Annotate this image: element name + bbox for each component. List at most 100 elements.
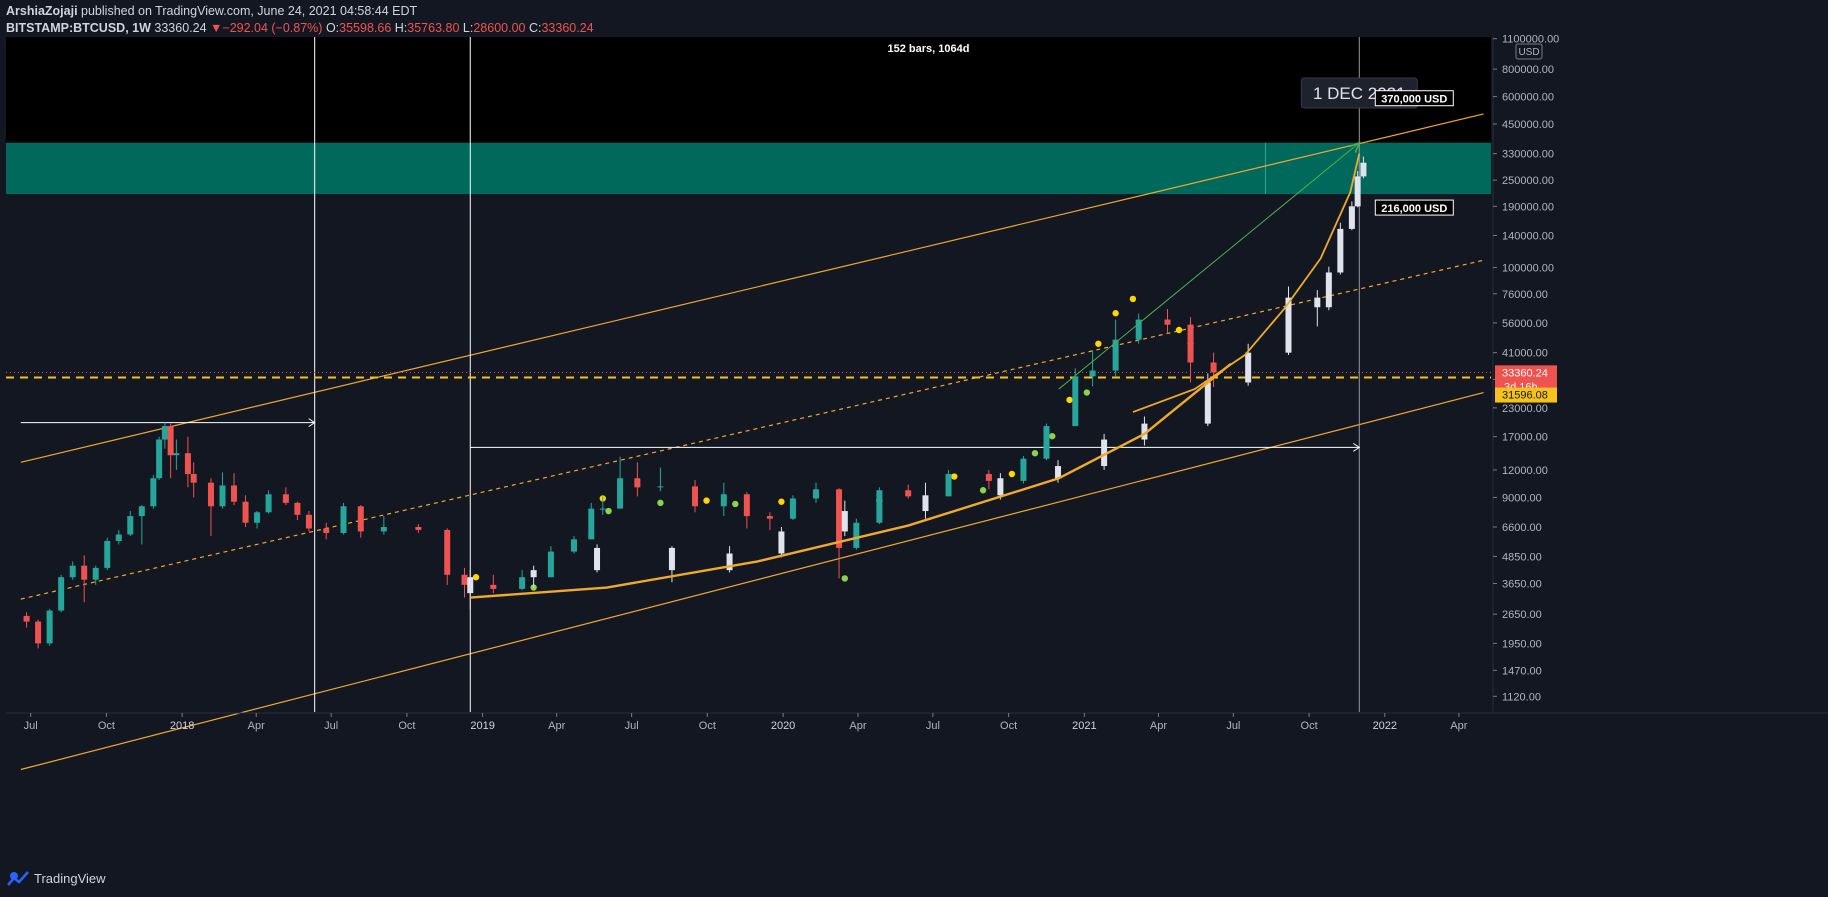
- x-tick-label: Apr: [849, 720, 866, 732]
- candle: [985, 474, 992, 481]
- candle: [945, 474, 952, 497]
- signal-dot: [472, 574, 480, 581]
- candle: [231, 485, 238, 502]
- y-tick-label: 1470.00: [1502, 665, 1542, 677]
- candle: [161, 426, 168, 440]
- x-tick-label: Jul: [324, 720, 338, 732]
- footer-brand[interactable]: TradingView: [34, 871, 106, 886]
- candle: [1164, 319, 1171, 325]
- y-tick-label: 23000.00: [1502, 403, 1548, 415]
- x-tick-label: 2020: [771, 720, 795, 732]
- y-tick-label: 76000.00: [1502, 289, 1548, 301]
- signal-dot: [1129, 295, 1137, 303]
- footer: TradingView: [0, 861, 1828, 897]
- candle: [720, 494, 727, 507]
- candle: [905, 490, 912, 497]
- candle: [92, 567, 99, 580]
- candle: [127, 516, 134, 535]
- candle: [743, 494, 750, 517]
- candle: [853, 522, 860, 548]
- x-tick-label: Jul: [926, 720, 940, 732]
- x-tick-label: 2019: [470, 720, 494, 732]
- y-tick-label: 4850.00: [1502, 551, 1542, 563]
- projection-candle: [1245, 352, 1252, 383]
- y-tick-label: 1120.00: [1502, 691, 1541, 703]
- candle: [1043, 426, 1050, 459]
- last-price-label: 33360.24: [1502, 367, 1548, 379]
- candle: [282, 494, 289, 503]
- signal-dot: [703, 497, 710, 504]
- candle: [836, 489, 843, 548]
- tradingview-logo-icon: [7, 871, 29, 886]
- candle: [519, 577, 526, 589]
- candle: [115, 534, 122, 541]
- candle: [691, 486, 698, 507]
- candle: [617, 478, 624, 509]
- y-tick-label: 800000.00: [1502, 64, 1554, 76]
- y-tick-label: 2650.00: [1502, 609, 1542, 621]
- signal-dot: [1008, 470, 1016, 478]
- x-tick-label: Oct: [1000, 720, 1017, 732]
- candle: [813, 489, 819, 499]
- signal-dot: [1112, 310, 1119, 317]
- signal-dot: [1083, 389, 1091, 396]
- candle: [167, 426, 174, 456]
- projection-candle: [1204, 382, 1211, 424]
- candle: [265, 494, 272, 513]
- y-tick-label: 450000.00: [1502, 119, 1554, 131]
- candle: [380, 526, 387, 532]
- candle: [242, 501, 249, 523]
- candle: [81, 565, 88, 580]
- y-tick-label: 1100000.00: [1502, 34, 1559, 46]
- candle: [876, 490, 883, 523]
- candle: [254, 512, 261, 523]
- x-tick-label: Oct: [699, 720, 716, 732]
- x-tick-label: Oct: [1301, 720, 1318, 732]
- projection-candle: [778, 531, 785, 554]
- projection-candle: [1314, 297, 1321, 308]
- x-tick-label: 2018: [170, 720, 194, 732]
- projection-candle: [1354, 176, 1361, 207]
- y-tick-label: 12000.00: [1502, 465, 1548, 477]
- x-tick-label: Apr: [248, 720, 265, 732]
- projection-candle: [530, 570, 537, 578]
- candle: [184, 453, 191, 475]
- y-tick-label: 140000.00: [1502, 230, 1554, 242]
- candle: [46, 610, 53, 644]
- signal-dot: [979, 487, 987, 494]
- x-tick-label: Jul: [625, 720, 639, 732]
- candle: [323, 528, 330, 533]
- x-tick-label: Apr: [1150, 720, 1167, 732]
- y-tick-label: 3650.00: [1502, 579, 1542, 591]
- candle: [490, 584, 497, 589]
- y-tick-label: 330000.00: [1502, 149, 1554, 161]
- candle: [461, 574, 468, 585]
- signal-dot: [1095, 340, 1102, 347]
- y-tick-label: 9000.00: [1502, 492, 1542, 504]
- candle: [789, 498, 796, 519]
- y-tick-label: 17000.00: [1502, 432, 1548, 444]
- candle: [547, 551, 554, 578]
- y-tick-label: 600000.00: [1502, 92, 1554, 104]
- candle: [444, 529, 451, 575]
- candle: [104, 540, 111, 568]
- plot-top-shade: [6, 37, 1491, 157]
- signal-dot: [1031, 450, 1039, 457]
- candle: [1187, 324, 1194, 363]
- y-tick-label: 250000.00: [1502, 175, 1554, 187]
- projection-candle: [841, 511, 848, 532]
- candle: [58, 577, 65, 611]
- candle: [588, 508, 595, 540]
- range-info-label: 152 bars, 1064d: [888, 43, 970, 55]
- signal-dot: [841, 575, 849, 582]
- x-tick-label: Apr: [548, 720, 565, 732]
- price-chart[interactable]: 152 bars, 1064d1 DEC 2021370,000 USD216,…: [0, 0, 1828, 861]
- candle: [156, 439, 163, 479]
- candle: [570, 539, 577, 552]
- projection-candle: [467, 577, 474, 594]
- candle: [69, 565, 76, 578]
- projection-candle: [997, 478, 1004, 496]
- candle: [23, 615, 30, 622]
- x-tick-label: Oct: [98, 720, 115, 732]
- candle: [1072, 376, 1079, 427]
